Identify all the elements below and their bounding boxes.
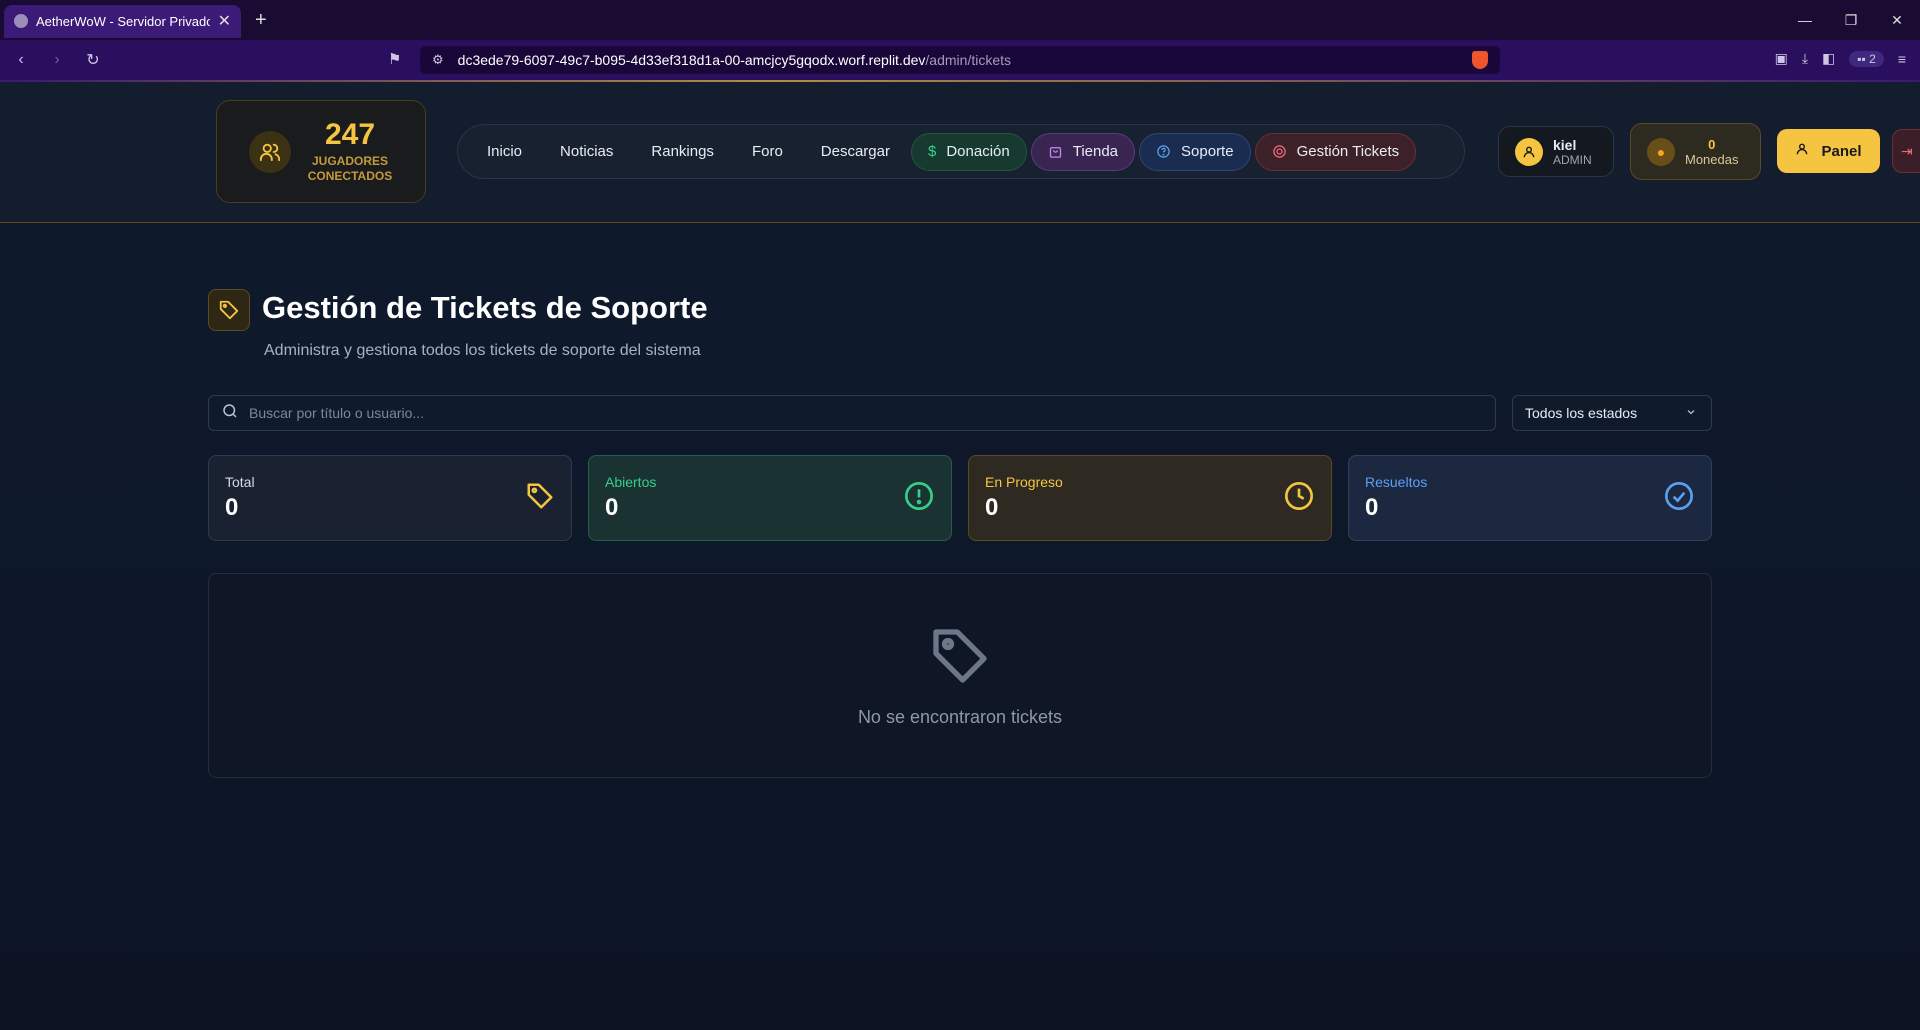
money-bag-icon: ●	[1647, 137, 1675, 166]
nav-rankings[interactable]: Rankings	[634, 133, 731, 171]
browser-tab-bar: AetherWoW - Servidor Privado W ✕ + — ❐ ✕	[0, 0, 1920, 40]
user-name: kiel	[1553, 136, 1577, 153]
stat-total-card: Total 0	[208, 455, 572, 541]
nav-soporte[interactable]: Soporte	[1139, 132, 1251, 171]
alert-circle-icon	[903, 480, 935, 517]
reload-icon[interactable]: ↻	[78, 50, 108, 70]
user-icon	[1795, 142, 1809, 160]
address-bar-row: ‹ › ↻ ⚑ ⚙ dc3ede79-6097-49c7-b095-4d33ef…	[0, 40, 1920, 80]
search-input[interactable]	[249, 405, 1449, 421]
page-subtitle: Administra y gestiona todos los tickets …	[264, 342, 701, 359]
panel-label: Panel	[1821, 142, 1862, 160]
minimize-icon[interactable]: —	[1782, 0, 1828, 40]
stat-resolved-value: 0	[1365, 494, 1379, 521]
coins-value: 0	[1708, 136, 1716, 152]
stat-resolved-card: Resueltos 0	[1348, 455, 1712, 541]
users-icon	[249, 130, 291, 173]
page-title: Gestión de Tickets de Soporte	[262, 290, 708, 325]
lifebuoy-icon	[1272, 144, 1287, 159]
nav-tienda-label: Tienda	[1072, 143, 1119, 160]
url-bar[interactable]: ⚙ dc3ede79-6097-49c7-b095-4d33ef318d1a-0…	[420, 46, 1500, 74]
back-icon[interactable]: ‹	[6, 51, 36, 69]
nav-descargar[interactable]: Descargar	[804, 133, 907, 171]
main-nav: Inicio Noticias Rankings Foro Descargar …	[457, 124, 1465, 179]
close-tab-icon[interactable]: ✕	[218, 11, 231, 31]
close-window-icon[interactable]: ✕	[1874, 0, 1920, 40]
search-icon	[221, 402, 239, 425]
empty-message: No se encontraron tickets	[857, 706, 1063, 727]
menu-icon[interactable]: ≡	[1898, 51, 1906, 67]
clock-icon	[1283, 480, 1315, 517]
forward-icon[interactable]: ›	[42, 51, 72, 69]
tag-icon	[208, 289, 250, 331]
players-label: JUGADORES CONECTADOS	[307, 153, 393, 183]
url-path: /admin/tickets	[925, 52, 1012, 68]
restore-icon[interactable]: ❐	[1828, 0, 1874, 40]
media-icon[interactable]: ▣	[1775, 50, 1788, 67]
stat-progress-value: 0	[985, 494, 999, 521]
stat-total-value: 0	[225, 494, 239, 521]
players-count: 247	[324, 117, 376, 151]
browser-tab[interactable]: AetherWoW - Servidor Privado W ✕	[4, 4, 241, 38]
user-card[interactable]: kiel ADMIN	[1498, 126, 1614, 177]
panel-button[interactable]: Panel	[1777, 129, 1880, 173]
tab-title: AetherWoW - Servidor Privado W	[36, 13, 210, 29]
dollar-icon: $	[927, 143, 937, 160]
stat-open-label: Abiertos	[605, 474, 657, 490]
stat-open-value: 0	[605, 494, 619, 521]
main-content: Gestión de Tickets de Soporte Administra…	[0, 224, 1920, 1030]
search-box[interactable]	[208, 395, 1496, 431]
nav-gestion-label: Gestión Tickets	[1296, 143, 1400, 160]
status-filter-value: Todos los estados	[1525, 405, 1638, 421]
nav-donacion-label: Donación	[946, 143, 1010, 160]
extensions-badge[interactable]: ▪▪ 2	[1849, 50, 1884, 67]
tag-icon	[525, 481, 555, 516]
site-header: 247 JUGADORES CONECTADOS Inicio Noticias…	[0, 82, 1920, 223]
nav-donacion[interactable]: $ Donación	[910, 132, 1027, 171]
url-host: dc3ede79-6097-49c7-b095-4d33ef318d1a-00-…	[457, 52, 926, 68]
stat-total-label: Total	[225, 474, 255, 490]
nav-gestion-tickets[interactable]: Gestión Tickets	[1254, 132, 1417, 171]
nav-foro[interactable]: Foro	[735, 133, 800, 171]
brave-shield-icon[interactable]	[1472, 51, 1488, 69]
window-controls: — ❐ ✕	[1782, 0, 1920, 40]
site-settings-icon[interactable]: ⚙	[432, 52, 444, 68]
shopping-bag-icon	[1048, 144, 1063, 159]
coins-card[interactable]: ● 0 Monedas	[1630, 123, 1761, 180]
check-circle-icon	[1663, 480, 1695, 517]
chevron-down-icon	[1685, 405, 1697, 421]
logout-button[interactable]: ⇥	[1892, 129, 1920, 173]
user-role: ADMIN	[1553, 152, 1592, 167]
bookmark-icon[interactable]: ⚑	[388, 50, 401, 68]
status-filter-select[interactable]: Todos los estados	[1512, 395, 1712, 431]
sidebar-icon[interactable]: ◧	[1822, 50, 1835, 67]
tickets-empty-state: No se encontraron tickets	[208, 573, 1712, 778]
logout-icon: ⇥	[1901, 142, 1913, 159]
stat-resolved-label: Resueltos	[1365, 474, 1428, 490]
browser-toolbar-right: ▣ ⤓ ◧ ▪▪ 2 ≡	[1775, 50, 1906, 67]
user-icon	[1515, 137, 1543, 166]
nav-noticias[interactable]: Noticias	[543, 133, 630, 171]
nav-soporte-label: Soporte	[1181, 143, 1234, 160]
stat-progress-card: En Progreso 0	[968, 455, 1332, 541]
stat-progress-label: En Progreso	[985, 474, 1063, 490]
coins-label: Monedas	[1685, 151, 1739, 167]
help-circle-icon	[1156, 144, 1171, 159]
globe-icon	[14, 14, 28, 28]
stat-open-card: Abiertos 0	[588, 455, 952, 541]
tag-icon	[928, 624, 992, 693]
download-icon[interactable]: ⤓	[1802, 50, 1808, 67]
nav-inicio[interactable]: Inicio	[470, 133, 539, 171]
players-online-card: 247 JUGADORES CONECTADOS	[216, 100, 426, 203]
nav-tienda[interactable]: Tienda	[1030, 132, 1136, 171]
new-tab-icon[interactable]: +	[255, 9, 267, 32]
